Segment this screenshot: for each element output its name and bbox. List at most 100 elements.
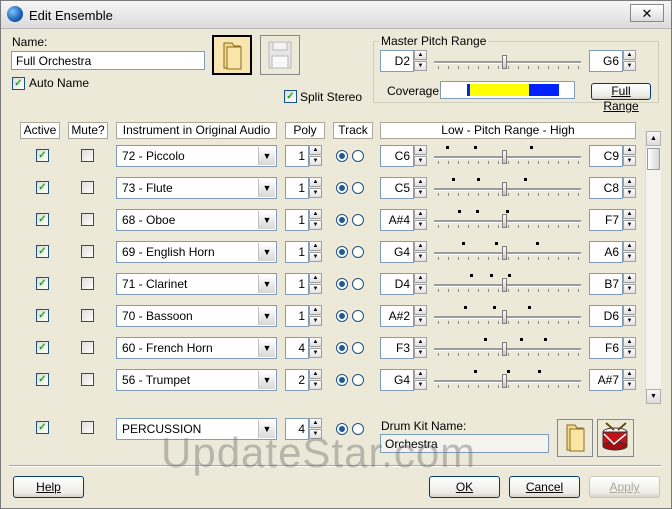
row-active-checkbox[interactable]: ✓: [36, 373, 49, 386]
spin-down-icon[interactable]: ▼: [414, 61, 427, 71]
instrument-select[interactable]: 71 - Clarinet ▼: [116, 273, 277, 295]
spin-down-icon[interactable]: ▼: [623, 348, 636, 358]
row-active-checkbox[interactable]: ✓: [36, 309, 49, 322]
high-pitch-spinner[interactable]: B7 ▲ ▼: [589, 273, 637, 295]
poly-value[interactable]: 4: [285, 337, 309, 359]
spin-down-icon[interactable]: ▼: [414, 156, 427, 166]
row-active-checkbox[interactable]: ✓: [36, 213, 49, 226]
poly-spinner[interactable]: 1 ▲ ▼: [285, 241, 323, 263]
spin-up-icon[interactable]: ▲: [309, 273, 322, 283]
low-pitch-value[interactable]: F3: [380, 337, 414, 359]
master-range-slider[interactable]: [434, 50, 581, 72]
spin-up-icon[interactable]: ▲: [414, 241, 427, 251]
high-pitch-value[interactable]: A6: [589, 241, 623, 263]
scroll-up-icon[interactable]: ▲: [646, 131, 661, 146]
poly-spinner[interactable]: 4 ▲ ▼: [285, 337, 323, 359]
percussion-mute-checkbox[interactable]: [81, 421, 94, 434]
spin-up-icon[interactable]: ▲: [623, 305, 636, 315]
row-active-checkbox[interactable]: ✓: [36, 149, 49, 162]
spin-up-icon[interactable]: ▲: [623, 209, 636, 219]
spin-up-icon[interactable]: ▲: [623, 50, 636, 60]
chevron-down-icon[interactable]: ▼: [258, 179, 275, 197]
save-folder-button[interactable]: [260, 35, 300, 75]
high-pitch-spinner[interactable]: D6 ▲ ▼: [589, 305, 637, 327]
high-pitch-value[interactable]: A#7: [589, 369, 623, 391]
spin-up-icon[interactable]: ▲: [414, 50, 427, 60]
high-pitch-value[interactable]: F6: [589, 337, 623, 359]
spin-down-icon[interactable]: ▼: [309, 188, 322, 198]
percussion-active-checkbox[interactable]: ✓: [36, 421, 49, 434]
high-pitch-value[interactable]: F7: [589, 209, 623, 231]
slider-thumb[interactable]: [502, 342, 507, 356]
spin-up-icon[interactable]: ▲: [414, 209, 427, 219]
high-pitch-spinner[interactable]: F6 ▲ ▼: [589, 337, 637, 359]
low-pitch-spinner[interactable]: G4 ▲ ▼: [380, 369, 428, 391]
poly-spinner[interactable]: 1 ▲ ▼: [285, 209, 323, 231]
spin-down-icon[interactable]: ▼: [414, 316, 427, 326]
chevron-down-icon[interactable]: ▼: [258, 307, 275, 325]
row-active-checkbox[interactable]: ✓: [36, 181, 49, 194]
instrument-select[interactable]: 72 - Piccolo ▼: [116, 145, 277, 167]
poly-value[interactable]: 1: [285, 273, 309, 295]
track-radio-right[interactable]: [352, 342, 364, 354]
spin-down-icon[interactable]: ▼: [414, 348, 427, 358]
instrument-select[interactable]: 73 - Flute ▼: [116, 177, 277, 199]
poly-spinner[interactable]: 1 ▲ ▼: [285, 305, 323, 327]
high-pitch-spinner[interactable]: C9 ▲ ▼: [589, 145, 637, 167]
track-radio-left[interactable]: [336, 150, 348, 162]
track-radio-right[interactable]: [352, 182, 364, 194]
chevron-down-icon[interactable]: ▼: [258, 371, 275, 389]
poly-value[interactable]: 1: [285, 145, 309, 167]
row-mute-checkbox[interactable]: ✓: [81, 245, 94, 258]
spin-up-icon[interactable]: ▲: [623, 337, 636, 347]
low-pitch-spinner[interactable]: A#4 ▲ ▼: [380, 209, 428, 231]
track-radio-left[interactable]: [336, 374, 348, 386]
poly-spinner[interactable]: 2 ▲ ▼: [285, 369, 323, 391]
spin-down-icon[interactable]: ▼: [414, 252, 427, 262]
low-pitch-value[interactable]: G4: [380, 369, 414, 391]
open-folder-button[interactable]: [212, 35, 252, 75]
poly-value[interactable]: 1: [285, 241, 309, 263]
low-pitch-spinner[interactable]: C5 ▲ ▼: [380, 177, 428, 199]
spin-down-icon[interactable]: ▼: [309, 252, 322, 262]
apply-button[interactable]: Apply: [589, 476, 660, 498]
cancel-button[interactable]: Cancel: [509, 476, 580, 498]
spin-up-icon[interactable]: ▲: [623, 177, 636, 187]
vertical-scrollbar[interactable]: ▲ ▼: [645, 131, 661, 404]
spin-down-icon[interactable]: ▼: [309, 220, 322, 230]
track-radio-left[interactable]: [336, 310, 348, 322]
track-radio-right[interactable]: [352, 214, 364, 226]
high-pitch-value[interactable]: B7: [589, 273, 623, 295]
pitch-range-slider[interactable]: [434, 145, 581, 167]
track-radio-left[interactable]: [336, 342, 348, 354]
track-radio-left[interactable]: [336, 182, 348, 194]
drum-kit-button[interactable]: [597, 419, 634, 457]
spin-down-icon[interactable]: ▼: [309, 316, 322, 326]
slider-thumb[interactable]: [502, 214, 507, 228]
chevron-down-icon[interactable]: ▼: [258, 147, 275, 165]
pitch-range-slider[interactable]: [434, 209, 581, 231]
chevron-down-icon[interactable]: ▼: [258, 243, 275, 261]
spin-down-icon[interactable]: ▼: [414, 284, 427, 294]
split-stereo-checkbox[interactable]: ✓: [284, 90, 297, 103]
spin-down-icon[interactable]: ▼: [414, 220, 427, 230]
spin-up-icon[interactable]: ▲: [414, 337, 427, 347]
spin-down-icon[interactable]: ▼: [309, 380, 322, 390]
spin-down-icon[interactable]: ▼: [623, 316, 636, 326]
low-pitch-value[interactable]: A#4: [380, 209, 414, 231]
poly-value[interactable]: 1: [285, 305, 309, 327]
chevron-down-icon[interactable]: ▼: [258, 339, 275, 357]
slider-thumb[interactable]: [502, 150, 507, 164]
pitch-range-slider[interactable]: [434, 241, 581, 263]
low-pitch-spinner[interactable]: C6 ▲ ▼: [380, 145, 428, 167]
low-pitch-value[interactable]: D4: [380, 273, 414, 295]
scroll-thumb[interactable]: [647, 148, 660, 170]
spin-up-icon[interactable]: ▲: [309, 305, 322, 315]
pitch-range-slider[interactable]: [434, 177, 581, 199]
spin-down-icon[interactable]: ▼: [623, 188, 636, 198]
slider-thumb[interactable]: [502, 374, 507, 388]
high-pitch-spinner[interactable]: C8 ▲ ▼: [589, 177, 637, 199]
high-pitch-value[interactable]: C9: [589, 145, 623, 167]
master-low-spinner[interactable]: D2 ▲ ▼: [380, 50, 428, 72]
spin-up-icon[interactable]: ▲: [414, 369, 427, 379]
